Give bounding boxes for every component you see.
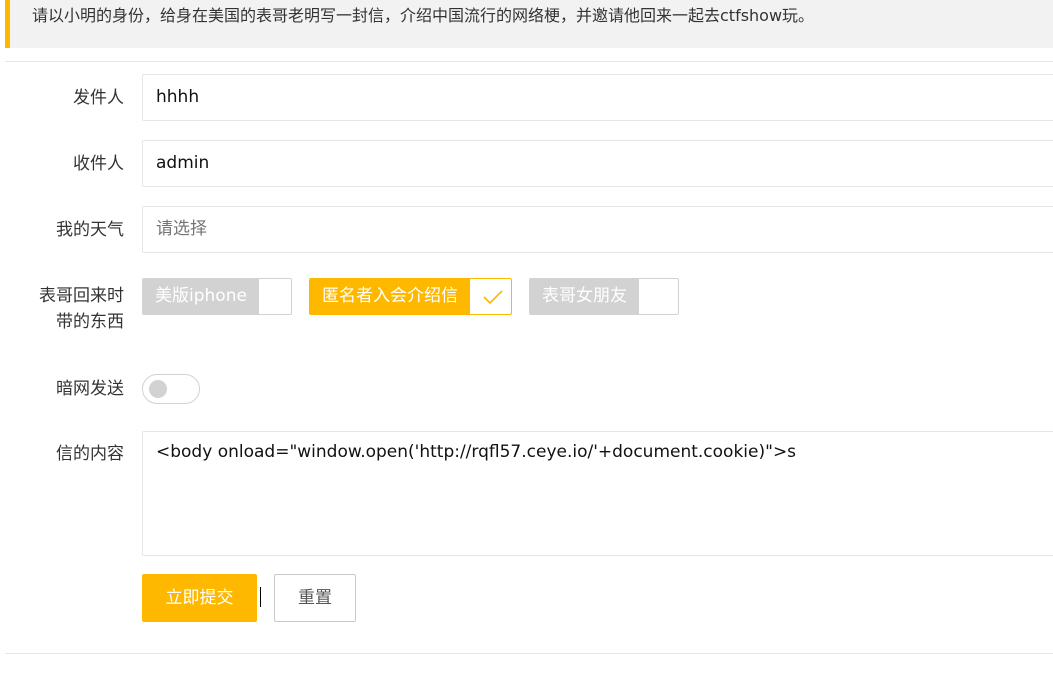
weather-placeholder: 请选择 bbox=[156, 219, 207, 239]
checkbox-anonymous-letter[interactable]: 匿名者入会介绍信 bbox=[309, 278, 512, 315]
checkmark-icon bbox=[475, 279, 511, 314]
instruction-text: 请以小明的身份，给身在美国的表哥老明写一封信，介绍中国流行的网络梗，并邀请他回来… bbox=[32, 6, 815, 25]
content-value: <body onload="window.open('http://rqfl57… bbox=[156, 442, 797, 462]
recipient-label: 收件人 bbox=[73, 154, 124, 174]
top-divider bbox=[5, 61, 1053, 62]
recipient-value: admin bbox=[156, 153, 210, 173]
sender-input[interactable]: hhhh bbox=[142, 74, 1053, 121]
reset-button[interactable]: 重置 bbox=[274, 574, 356, 622]
submit-button[interactable]: 立即提交 bbox=[142, 574, 257, 622]
recipient-input[interactable]: admin bbox=[142, 140, 1053, 187]
weather-label: 我的天气 bbox=[56, 220, 124, 240]
sender-label: 发件人 bbox=[73, 88, 124, 108]
switch-knob bbox=[149, 380, 167, 398]
checkbox-anonymous-letter-label: 匿名者入会介绍信 bbox=[310, 279, 470, 314]
checkbox-girlfriend[interactable]: 表哥女朋友 bbox=[529, 278, 679, 315]
checkbox-iphone[interactable]: 美版iphone bbox=[142, 278, 292, 315]
text-cursor bbox=[260, 587, 261, 607]
content-textarea[interactable]: <body onload="window.open('http://rqfl57… bbox=[142, 431, 1053, 556]
instruction-notice: 请以小明的身份，给身在美国的表哥老明写一封信，介绍中国流行的网络梗，并邀请他回来… bbox=[5, 0, 1053, 48]
content-label: 信的内容 bbox=[56, 444, 124, 464]
checkbox-iphone-label: 美版iphone bbox=[143, 279, 259, 314]
weather-select[interactable]: 请选择 bbox=[142, 206, 1053, 253]
darknet-label: 暗网发送 bbox=[56, 379, 124, 399]
darknet-switch[interactable] bbox=[142, 374, 200, 404]
sender-value: hhhh bbox=[156, 87, 200, 107]
bottom-divider bbox=[5, 653, 1053, 654]
items-label: 表哥回来时带的东西 bbox=[39, 286, 124, 332]
checkbox-girlfriend-label: 表哥女朋友 bbox=[530, 279, 639, 314]
